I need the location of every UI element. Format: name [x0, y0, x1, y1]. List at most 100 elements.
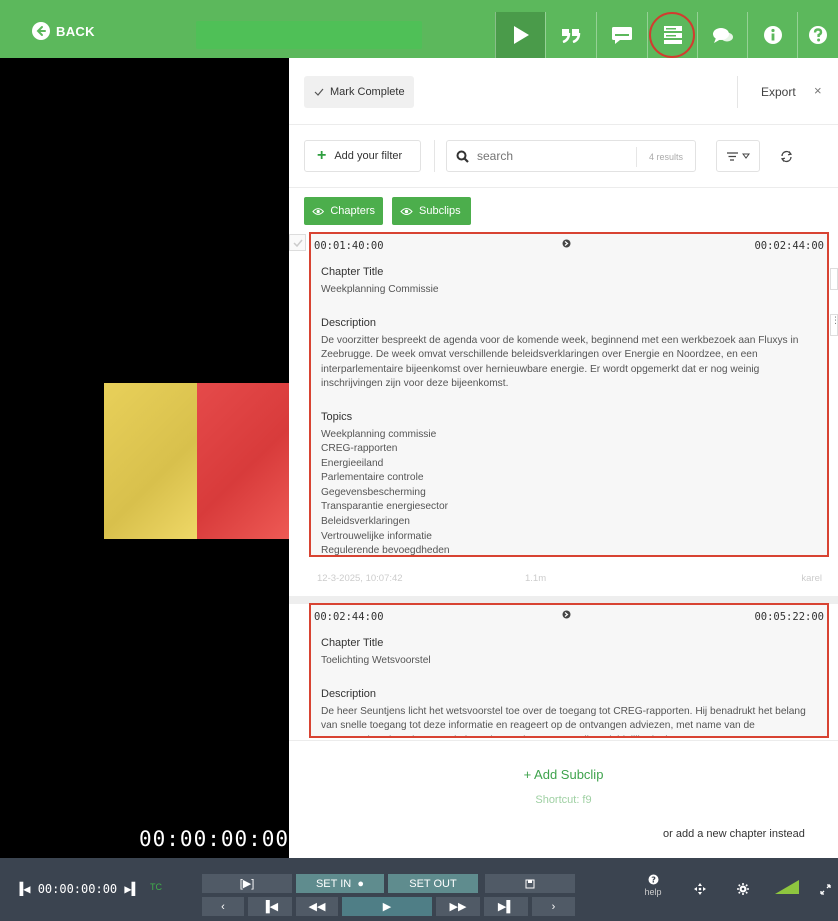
- topic-item[interactable]: CREG-rapporten: [321, 442, 817, 457]
- volume-icon[interactable]: [775, 880, 799, 899]
- arrow-right-icon[interactable]: [562, 239, 571, 251]
- help-tab[interactable]: [797, 12, 838, 58]
- rewind-button[interactable]: ◀◀: [296, 897, 338, 916]
- check-icon: [314, 88, 324, 96]
- clip-user: karel: [801, 573, 822, 584]
- topics-label: Topics: [321, 410, 353, 423]
- back-arrow-icon: [32, 22, 50, 40]
- add-chapter-link[interactable]: or add a new chapter instead: [663, 828, 805, 840]
- plus-icon: +: [317, 147, 327, 164]
- chapter-title-label: Chapter Title: [321, 266, 384, 278]
- export-button[interactable]: Export: [761, 85, 796, 99]
- tc-label[interactable]: TC: [150, 882, 162, 892]
- chapters-tab[interactable]: [647, 12, 697, 58]
- search-input[interactable]: [477, 149, 627, 163]
- play-tab[interactable]: [495, 12, 545, 58]
- svg-text:?: ?: [651, 876, 656, 885]
- close-icon[interactable]: ×: [814, 83, 822, 98]
- play-icon: [513, 26, 529, 44]
- eye-icon: [312, 207, 325, 215]
- quotes-tab[interactable]: [545, 12, 595, 58]
- check-icon: [292, 239, 303, 247]
- topic-item[interactable]: Energieeiland: [321, 457, 817, 472]
- fullscreen-icon[interactable]: [820, 882, 831, 900]
- clip-card[interactable]: 00:02:44:00 00:05:22:00 Chapter Title To…: [309, 603, 829, 738]
- description-text[interactable]: De heer Seuntjens licht het wetsvoorstel…: [321, 705, 817, 737]
- help-icon: [809, 26, 827, 44]
- shortcut-hint: Shortcut: f9: [535, 794, 592, 806]
- topic-item[interactable]: Beleidsverklaringen: [321, 515, 817, 530]
- refresh-icon: [780, 150, 792, 162]
- clip-checkbox[interactable]: [289, 234, 306, 251]
- search-icon: [447, 150, 477, 163]
- add-subclip-button[interactable]: + Add Subclip: [289, 767, 838, 782]
- topic-item[interactable]: Weekplanning commissie: [321, 428, 817, 443]
- topic-item[interactable]: Vertrouwelijke informatie: [321, 530, 817, 545]
- topic-item[interactable]: Transparantie energiesector: [321, 500, 817, 515]
- chapters-chip[interactable]: Chapters: [304, 197, 383, 225]
- video-frame-flag: [104, 383, 289, 539]
- help-button[interactable]: ? help: [638, 874, 668, 897]
- clip-tc-in[interactable]: 00:01:40:00: [314, 240, 384, 252]
- description-text[interactable]: De voorzitter bespreekt de agenda voor d…: [321, 334, 817, 392]
- move-icon[interactable]: [694, 882, 706, 900]
- step-back-icon[interactable]: ▐◀: [16, 882, 38, 896]
- clip-date: 12-3-2025, 10:07:42: [317, 573, 403, 584]
- add-filter-button[interactable]: + Add your filter: [304, 140, 421, 172]
- save-button[interactable]: [485, 874, 575, 893]
- title-field[interactable]: [196, 21, 422, 49]
- chapters-icon: [663, 26, 682, 44]
- clip-meta: 12-3-2025, 10:07:42 1.1m karel: [317, 573, 822, 587]
- set-in-button[interactable]: SET IN ●: [296, 874, 384, 893]
- skip-end-button[interactable]: ▶▌: [484, 897, 528, 916]
- mark-complete-label: Mark Complete: [330, 86, 405, 98]
- next-button[interactable]: ›: [532, 897, 575, 916]
- transport-timecode[interactable]: ▐◀ 00:00:00:00 ▶▌: [16, 882, 139, 896]
- fast-forward-button[interactable]: ▶▶: [436, 897, 480, 916]
- chapter-title[interactable]: Weekplanning Commissie: [321, 283, 817, 298]
- set-out-button[interactable]: SET OUT: [388, 874, 478, 893]
- results-count: 4 results: [635, 147, 695, 167]
- mark-complete-button[interactable]: Mark Complete: [304, 76, 414, 108]
- chapter-title-label: Chapter Title: [321, 637, 384, 649]
- video-player[interactable]: 00:00:00:00: [0, 58, 289, 858]
- quote-icon: [561, 29, 580, 43]
- refresh-button[interactable]: [770, 140, 802, 172]
- record-dot-icon: ●: [357, 877, 365, 890]
- topics-list: Weekplanning commissie CREG-rapporten En…: [321, 428, 817, 559]
- info-tab[interactable]: [747, 12, 797, 58]
- clip-tc-out[interactable]: 00:05:22:00: [754, 611, 824, 623]
- card-menu-handle[interactable]: ⋮: [830, 314, 838, 336]
- clip-card[interactable]: 00:01:40:00 00:02:44:00 Chapter Title We…: [309, 232, 829, 557]
- top-bar: BACK: [0, 0, 838, 58]
- topic-item[interactable]: Gegevensbescherming: [321, 486, 817, 501]
- chapter-title[interactable]: Toelichting Wetsvoorstel: [321, 654, 817, 669]
- card-side-handle[interactable]: [830, 268, 838, 290]
- play-button[interactable]: ▶: [342, 897, 432, 916]
- chapters-panel: Mark Complete Export × + Add your filter…: [289, 58, 838, 858]
- comments-icon: [712, 28, 733, 43]
- arrow-right-icon[interactable]: [562, 610, 571, 622]
- comments-tab[interactable]: [697, 12, 747, 58]
- description-label: Description: [321, 316, 377, 329]
- clip-tc-in[interactable]: 00:02:44:00: [314, 611, 384, 623]
- prev-button[interactable]: ‹: [202, 897, 244, 916]
- help-icon: ?: [648, 874, 658, 885]
- gear-icon[interactable]: [737, 882, 749, 900]
- video-timecode: 00:00:00:00: [139, 827, 289, 851]
- sort-icon: [726, 151, 738, 161]
- subtitles-tab[interactable]: [596, 12, 646, 58]
- subclips-chip[interactable]: Subclips: [392, 197, 471, 225]
- sort-button[interactable]: [716, 140, 760, 172]
- eye-icon: [400, 207, 413, 215]
- back-button[interactable]: BACK: [32, 20, 95, 42]
- play-selection-button[interactable]: [▶]: [202, 874, 292, 893]
- transport-bar: ▐◀ 00:00:00:00 ▶▌ TC [▶] SET IN ● SET OU…: [0, 858, 838, 921]
- skip-start-button[interactable]: ▐◀: [248, 897, 292, 916]
- topic-item[interactable]: Regulerende bevoegdheden: [321, 544, 817, 559]
- subtitle-icon: [611, 27, 632, 44]
- chapters-chip-label: Chapters: [330, 205, 375, 217]
- topic-item[interactable]: Parlementaire controle: [321, 471, 817, 486]
- clip-tc-out[interactable]: 00:02:44:00: [754, 240, 824, 252]
- step-forward-icon[interactable]: ▶▌: [117, 882, 138, 896]
